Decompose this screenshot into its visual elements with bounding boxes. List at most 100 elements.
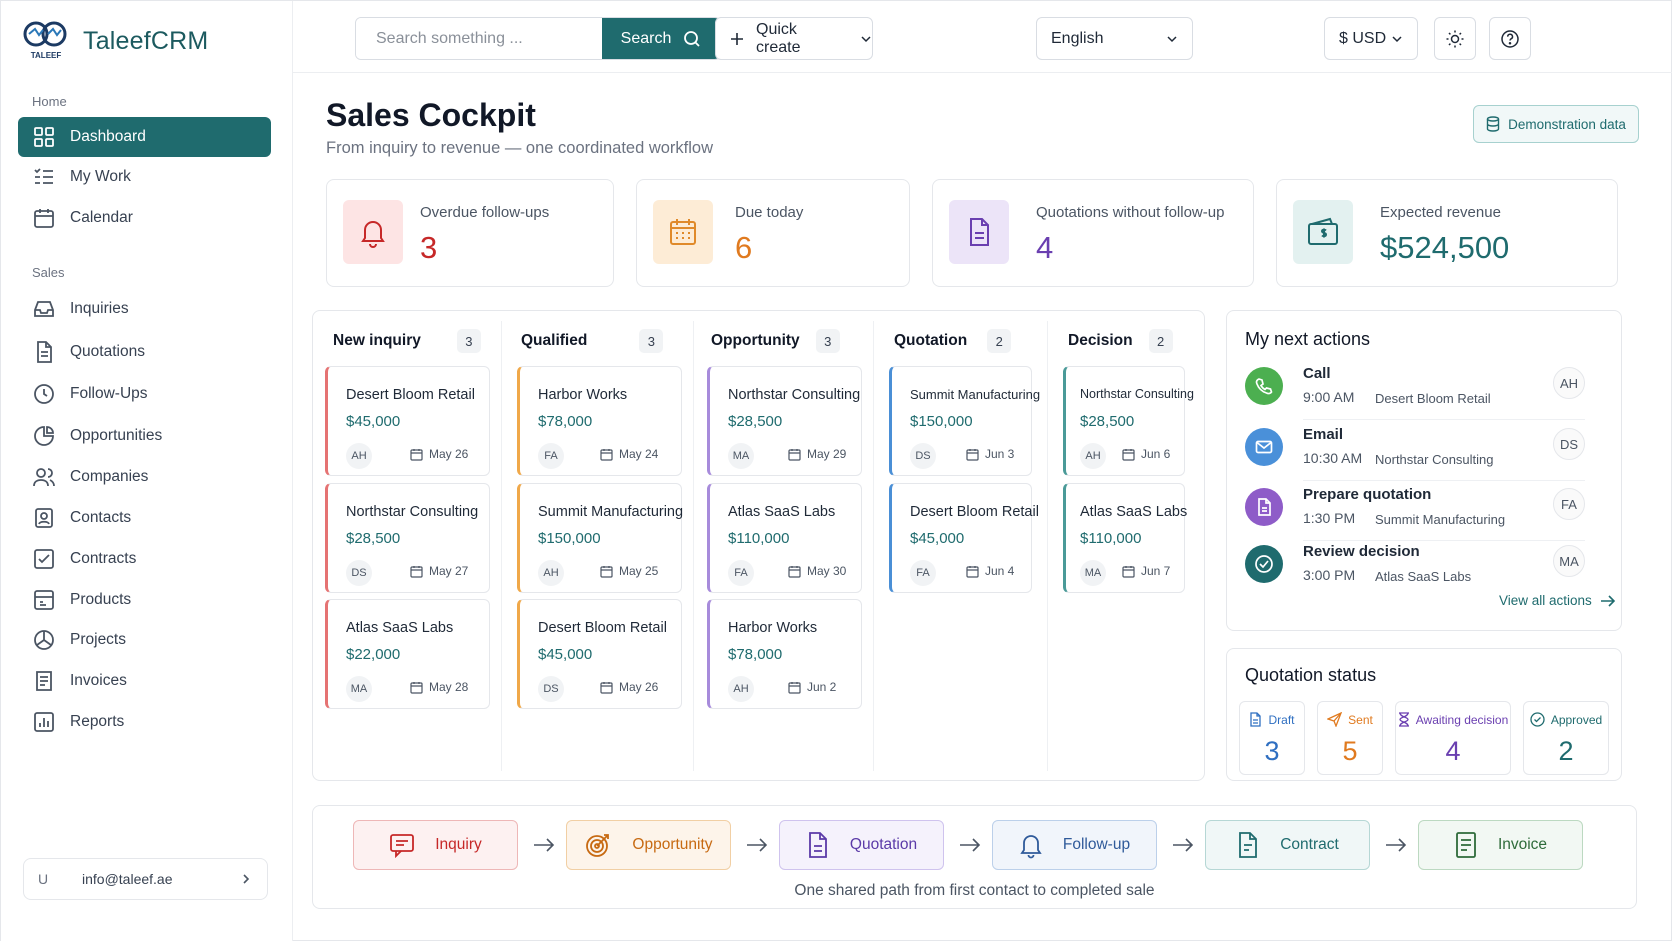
kpi-card-due-today[interactable]: Due today 6 [636,179,910,287]
avatar: DS [346,560,372,586]
quotation-status-panel: Quotation status Draft 3 Sent 5 Awaiting [1226,648,1622,781]
app-name: TaleefCRM [83,26,209,55]
deal-card[interactable]: Summit Manufacturing $150,000 AH May 25 [517,483,684,593]
deal-card[interactable]: Harbor Works $78,000 FA May 24 [517,366,682,476]
status-label: Sent [1318,712,1382,727]
user-menu[interactable]: U info@taleef.ae [23,858,268,900]
deal-card[interactable]: Desert Bloom Retail $45,000 FA Jun 4 [889,483,1039,593]
quick-create-button[interactable]: Quick create [715,17,873,60]
deal-company: Summit Manufacturing [538,504,684,520]
action-title: Email [1303,426,1344,443]
flow-step-opportunity[interactable]: Opportunity [566,820,731,870]
sidebar-item-label: Opportunities [70,427,163,444]
message-icon [389,832,415,858]
document-icon [1249,712,1262,727]
deal-date: May 26 [410,447,468,461]
deal-card[interactable]: Atlas SaaS Labs $110,000 FA May 30 [707,483,862,593]
flow-step-label: Opportunity [632,836,713,853]
column-divider [693,321,694,771]
chevron-down-icon [1391,33,1403,45]
deal-card[interactable]: Atlas SaaS Labs $110,000 MA Jun 7 [1063,483,1188,593]
action-title: Call [1303,365,1331,382]
search-icon [683,30,701,48]
search-button[interactable]: Search [602,18,720,59]
deal-amount: $110,000 [728,530,790,547]
deal-date-text: May 25 [619,564,659,578]
sidebar-item-companies[interactable]: Companies [18,457,271,497]
flow-step-contract[interactable]: Contract [1205,820,1370,870]
status-label: Draft [1240,712,1304,727]
flow-step-inquiry[interactable]: Inquiry [353,820,518,870]
deal-card[interactable]: Northstar Consulting $28,500 AH Jun 6 [1063,366,1194,476]
deal-card[interactable]: Atlas SaaS Labs $22,000 MA May 28 [325,599,490,709]
sidebar-item-projects[interactable]: Projects [18,620,271,660]
view-all-actions-link[interactable]: View all actions [1499,593,1616,608]
deal-card[interactable]: Summit Manufacturing $150,000 DS Jun 3 [889,366,1040,476]
quotation-status-draft[interactable]: Draft 3 [1239,701,1305,775]
currency-select[interactable]: $ USD [1324,17,1418,60]
deal-card[interactable]: Desert Bloom Retail $45,000 DS May 26 [517,599,682,709]
quotation-status-sent[interactable]: Sent 5 [1317,701,1383,775]
sidebar-item-invoices[interactable]: Invoices [18,661,271,701]
search-button-label: Search [620,29,672,47]
action-item[interactable]: Call 9:00 AM Desert Bloom Retail AH [1245,365,1585,425]
topbar: Search Quick create English $ USD [293,1,1672,73]
deal-amount: $45,000 [910,530,965,547]
kpi-card-quotations-without-follow-up[interactable]: Quotations without follow-up 4 [932,179,1254,287]
sidebar-item-calendar[interactable]: Calendar [18,198,271,238]
deal-date-text: May 26 [619,680,659,694]
deal-card[interactable]: Harbor Works $78,000 AH Jun 2 [707,599,862,709]
search-input[interactable] [356,18,602,59]
brand[interactable]: TALEEF TaleefCRM [23,21,208,61]
kpi-card-overdue[interactable]: Overdue follow-ups 3 [326,179,614,287]
deal-company: Northstar Consulting [728,387,861,403]
sun-icon [1445,29,1465,49]
quotation-status-awaiting-decision[interactable]: Awaiting decision 4 [1395,701,1511,775]
action-item[interactable]: Email 10:30 AM Northstar Consulting DS [1245,426,1585,486]
arrow-right-icon [1171,834,1195,856]
deal-card[interactable]: Northstar Consulting $28,500 DS May 27 [325,483,490,593]
sidebar-item-my-work[interactable]: My Work [18,157,271,197]
document-icon [1245,488,1283,526]
arrow-right-icon [1384,834,1408,856]
sidebar-item-follow-ups[interactable]: Follow-Ups [18,374,271,414]
divider [1303,480,1585,481]
sidebar-item-contracts[interactable]: Contracts [18,539,271,579]
flow-step-invoice[interactable]: Invoice [1418,820,1583,870]
sidebar-item-contacts[interactable]: Contacts [18,498,271,538]
sidebar-item-inquiries[interactable]: Inquiries [18,289,271,329]
demonstration-data-button[interactable]: Demonstration data [1473,105,1639,143]
theme-toggle-button[interactable] [1434,17,1476,60]
action-company: Northstar Consulting [1375,452,1494,467]
deal-date: May 27 [410,564,468,578]
clock-icon [32,382,56,406]
kpi-card-expected-revenue[interactable]: Expected revenue $524,500 [1276,179,1618,287]
avatar: AH [1553,367,1585,399]
kpi-value: 4 [1036,230,1054,265]
avatar: AH [346,443,372,469]
deal-amount: $110,000 [1080,530,1142,547]
sidebar-item-opportunities[interactable]: Opportunities [18,416,271,456]
deal-date: Jun 2 [788,680,836,694]
sidebar-item-quotations[interactable]: Quotations [18,332,271,372]
flow-step-follow-up[interactable]: Follow-up [992,820,1157,870]
language-select[interactable]: English [1036,17,1193,60]
status-count: 2 [1558,736,1574,766]
sidebar-item-products[interactable]: Products [18,580,271,620]
sidebar-item-dashboard[interactable]: Dashboard [18,117,271,157]
action-item[interactable]: Prepare quotation 1:30 PM Summit Manufac… [1245,486,1585,546]
mail-icon [1245,428,1283,466]
deal-card[interactable]: Northstar Consulting $28,500 MA May 29 [707,366,862,476]
phone-icon [1245,367,1283,405]
flow-step-quotation[interactable]: Quotation [779,820,944,870]
projects-icon [32,628,56,652]
bell-icon [1019,831,1043,859]
quotation-status-approved[interactable]: Approved 2 [1523,701,1609,775]
sidebar-item-label: Companies [70,468,149,485]
help-button[interactable] [1489,17,1531,60]
wallet-icon [1293,200,1353,264]
product-icon [32,588,56,612]
deal-card[interactable]: Desert Bloom Retail $45,000 AH May 26 [325,366,490,476]
sidebar-item-reports[interactable]: Reports [18,702,271,742]
deal-company: Atlas SaaS Labs [1080,504,1188,520]
